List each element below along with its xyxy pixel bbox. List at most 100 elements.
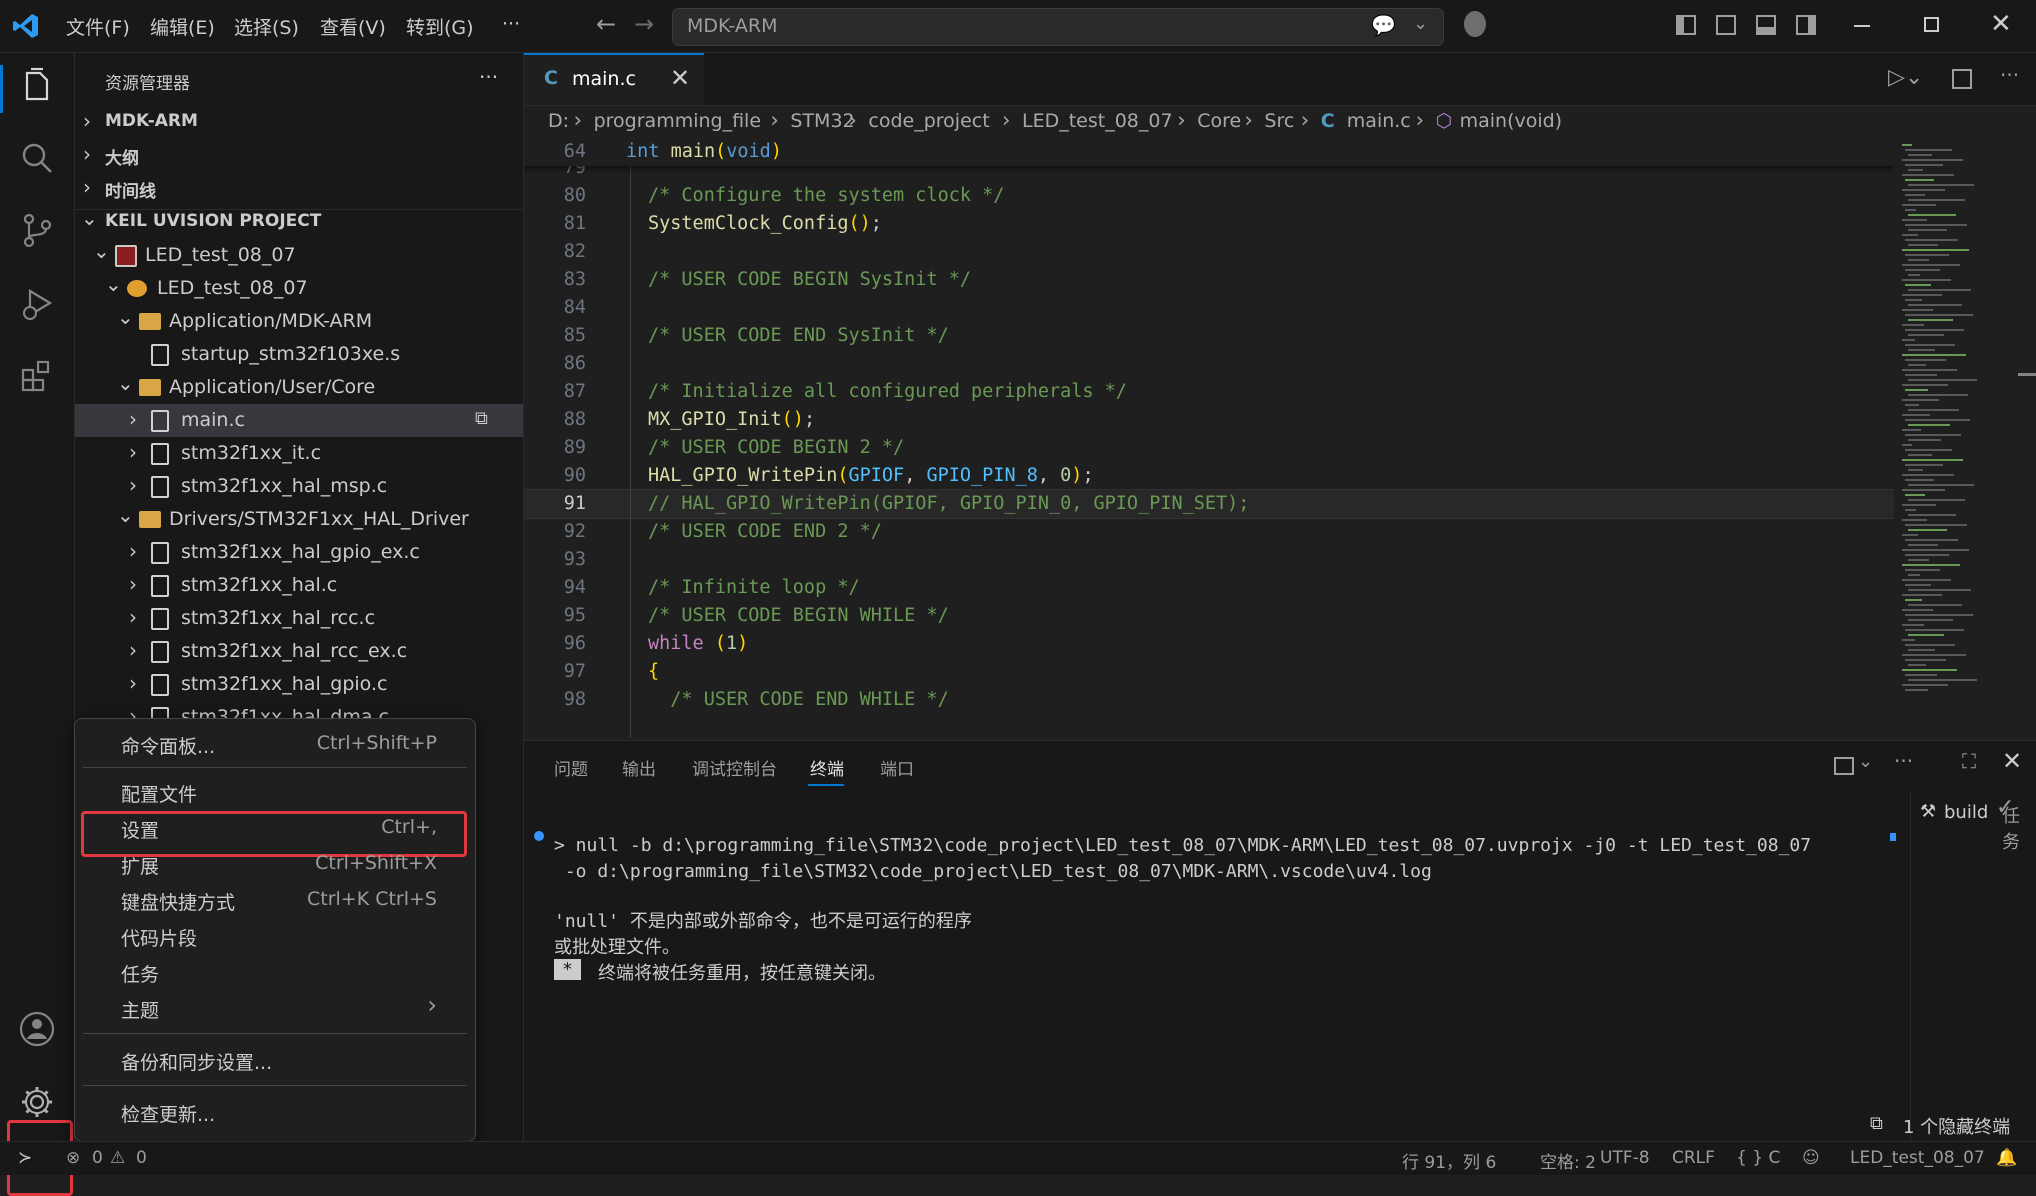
scrollbar-thumb[interactable] [2018, 373, 2036, 376]
command-center[interactable]: MDK-ARM 💬 ⌄ [672, 8, 1444, 46]
tree-item[interactable]: startup_stm32f103xe.s [75, 338, 523, 371]
tab-terminal[interactable]: 终端 [810, 755, 844, 780]
code-line[interactable]: 98 /* USER CODE END WHILE */ [524, 686, 1894, 714]
tab-main-c[interactable]: C main.c ✕ [524, 53, 704, 105]
copilot-icon[interactable] [1464, 11, 1486, 37]
menu-edit[interactable]: 编辑(E) [150, 13, 215, 40]
toggle-panel-icon[interactable] [1756, 15, 1776, 35]
minimap[interactable] [1894, 138, 2024, 738]
tree-item[interactable]: ⌄ LED_test_08_07 [75, 239, 523, 272]
notifications-bell-icon[interactable]: 🔔 [1996, 1148, 2017, 1168]
chevron-down-icon[interactable]: ⌄ [1858, 751, 1873, 772]
breadcrumb-segment[interactable]: code_project [868, 110, 989, 132]
breadcrumb-segment[interactable]: LED_test_08_07 [1022, 110, 1173, 132]
menu-more[interactable]: ··· [502, 13, 520, 35]
code-line[interactable]: 86 [524, 350, 1894, 378]
code-line[interactable]: 80 /* Configure the system clock */ [524, 182, 1894, 210]
maximize-panel-icon[interactable]: ⛶ [1962, 749, 1976, 773]
tab-debug-console[interactable]: 调试控制台 [692, 755, 777, 780]
indentation[interactable]: 空格: 2 [1540, 1148, 1596, 1173]
terminal-task-item[interactable]: ⚒ build 任务 [1920, 799, 2036, 853]
menu-keyboard-shortcuts[interactable]: 键盘快捷方式 Ctrl+K Ctrl+S [83, 883, 467, 917]
project-name[interactable]: LED_test_08_07 [1850, 1148, 1985, 1168]
open-to-side-icon[interactable]: ⧉ [475, 408, 488, 429]
code-line[interactable]: 94 /* Infinite loop */ [524, 574, 1894, 602]
section-outline[interactable]: › 大纲 [75, 139, 523, 172]
menu-file[interactable]: 文件(F) [66, 13, 130, 40]
encoding[interactable]: UTF-8 [1600, 1148, 1650, 1168]
errors-icon[interactable]: ⊗ [66, 1148, 80, 1168]
close-tab-icon[interactable]: ✕ [670, 64, 690, 92]
tree-item[interactable]: › main.c ⧉ [75, 404, 523, 437]
menu-selection[interactable]: 选择(S) [234, 13, 299, 40]
code-line[interactable]: 90 HAL_GPIO_WritePin(GPIOF, GPIO_PIN_8, 0… [524, 462, 1894, 490]
menu-backup-sync[interactable]: 备份和同步设置... [83, 1043, 467, 1077]
code-line[interactable]: 83 /* USER CODE BEGIN SysInit */ [524, 266, 1894, 294]
tree-item[interactable]: ⌄ LED_test_08_07 [75, 272, 523, 305]
gear-icon[interactable] [18, 1083, 56, 1121]
accounts-icon[interactable] [18, 1010, 56, 1048]
tree-item[interactable]: ⌄ Application/User/Core [75, 371, 523, 404]
code-line[interactable]: 89 /* USER CODE BEGIN 2 */ [524, 434, 1894, 462]
remote-icon[interactable]: ≻ [18, 1148, 32, 1168]
run-file-icon[interactable]: ▷⌄ [1888, 65, 1923, 90]
section-mdk-arm[interactable]: › MDK-ARM [75, 106, 523, 139]
code-line[interactable]: 82 [524, 238, 1894, 266]
extensions-icon[interactable] [18, 357, 56, 395]
code-line[interactable]: 85 /* USER CODE END SysInit */ [524, 322, 1894, 350]
tab-output[interactable]: 输出 [622, 755, 656, 780]
language-mode[interactable]: { } C [1736, 1148, 1780, 1168]
tree-item[interactable]: › stm32f1xx_hal_gpio_ex.c [75, 536, 523, 569]
customize-layout-icon[interactable] [1716, 15, 1736, 35]
forward-arrow-icon[interactable]: → [634, 10, 654, 38]
warning-icon[interactable]: ⚠ [110, 1148, 125, 1168]
code-line[interactable]: 93 [524, 546, 1894, 574]
breadcrumb-segment[interactable]: Src [1264, 110, 1294, 132]
chevron-down-icon[interactable]: ⌄ [1413, 13, 1428, 34]
code-line[interactable]: 92 /* USER CODE END 2 */ [524, 518, 1894, 546]
code-line[interactable]: 95 /* USER CODE BEGIN WHILE */ [524, 602, 1894, 630]
menu-check-updates[interactable]: 检查更新... [83, 1095, 467, 1129]
tree-item[interactable]: › stm32f1xx_hal_msp.c [75, 470, 523, 503]
tree-item[interactable]: › stm32f1xx_it.c [75, 437, 523, 470]
tree-item[interactable]: ⌄ Application/MDK-ARM [75, 305, 523, 338]
menu-go[interactable]: 转到(G) [406, 13, 474, 40]
close-panel-icon[interactable]: ✕ [2002, 747, 2022, 775]
breadcrumb-segment[interactable]: main(void) [1460, 110, 1563, 132]
breadcrumb-segment[interactable]: D: [548, 110, 569, 132]
more-actions-icon[interactable]: ··· [2000, 63, 2019, 87]
code-line[interactable]: 84 [524, 294, 1894, 322]
split-editor-icon[interactable] [1952, 69, 1972, 89]
code-line[interactable]: 91 // HAL_GPIO_WritePin(GPIOF, GPIO_PIN_0… [524, 489, 1894, 519]
menu-tasks[interactable]: 任务 [83, 955, 467, 989]
new-terminal-split-icon[interactable] [1834, 757, 1854, 775]
breadcrumb-segment[interactable]: Core [1197, 110, 1241, 132]
menu-command-palette[interactable]: 命令面板... Ctrl+Shift+P [83, 727, 467, 761]
copilot-status-icon[interactable]: ☺ [1802, 1148, 1820, 1168]
toggle-secondary-sidebar-icon[interactable] [1796, 15, 1816, 35]
search-icon[interactable] [18, 139, 56, 177]
toggle-primary-sidebar-icon[interactable] [1676, 15, 1696, 35]
breadcrumb-segment[interactable]: programming_file [594, 110, 761, 132]
menu-profiles[interactable]: 配置文件 [83, 775, 467, 809]
menu-themes[interactable]: 主题 › [83, 991, 467, 1025]
menu-view[interactable]: 查看(V) [320, 13, 386, 40]
explorer-icon[interactable] [18, 67, 56, 105]
code-line[interactable]: 96 while (1) [524, 630, 1894, 658]
code-line[interactable]: 81 SystemClock_Config(); [524, 210, 1894, 238]
cursor-position[interactable]: 行 91，列 6 [1402, 1148, 1496, 1173]
source-control-icon[interactable] [18, 211, 56, 249]
close-window-icon[interactable]: ✕ [1990, 9, 2012, 39]
error-count[interactable]: 0 [92, 1148, 103, 1168]
tree-item[interactable]: › stm32f1xx_hal_rcc_ex.c [75, 635, 523, 668]
menu-snippets[interactable]: 代码片段 [83, 919, 467, 953]
run-debug-icon[interactable] [18, 285, 56, 323]
tab-ports[interactable]: 端口 [880, 755, 914, 780]
sticky-scroll-header[interactable]: 64 int main(void) [524, 138, 1894, 166]
hidden-terminals-label[interactable]: 1 个隐藏终端 [1903, 1113, 2010, 1139]
code-line[interactable]: 97 { [524, 658, 1894, 686]
code-line[interactable]: 87 /* Initialize all configured periphera… [524, 378, 1894, 406]
breadcrumb-segment[interactable]: STM32 [790, 110, 854, 132]
tree-item[interactable]: › stm32f1xx_hal_gpio.c [75, 668, 523, 701]
code-line[interactable]: 88 MX_GPIO_Init(); [524, 406, 1894, 434]
